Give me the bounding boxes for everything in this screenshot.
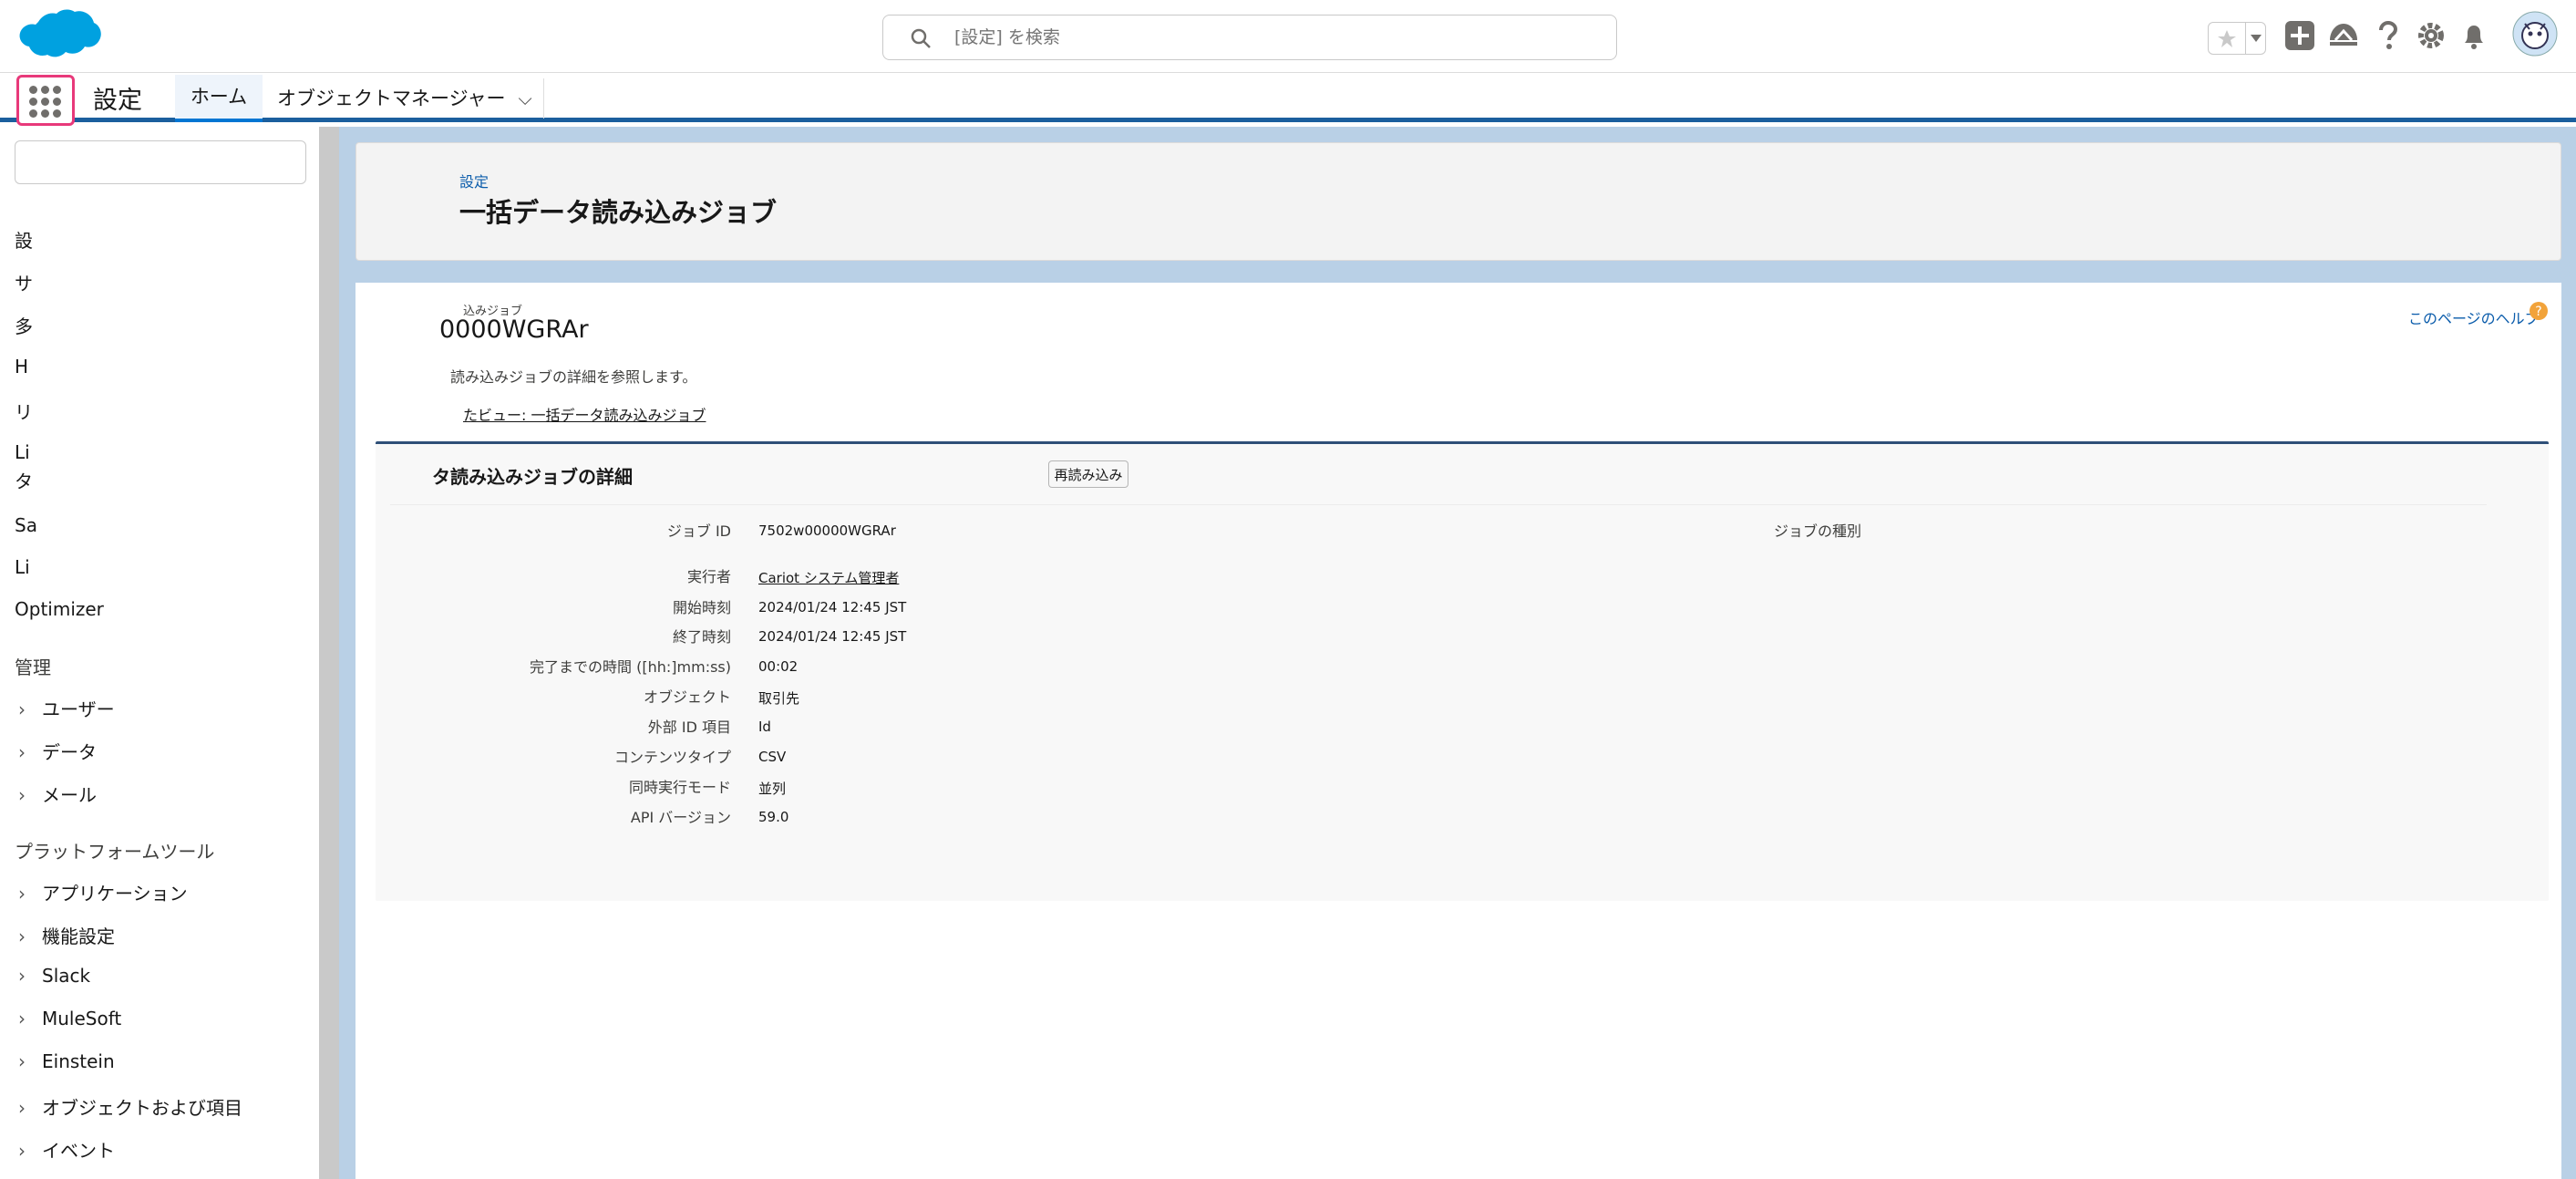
page-title: 一括データ読み込みジョブ — [459, 197, 778, 228]
salesforce-logo[interactable] — [18, 9, 102, 66]
chevron-right-icon: › — [18, 698, 26, 720]
app-title: 設定 — [93, 87, 142, 115]
chevron-right-icon: › — [18, 965, 26, 987]
sidebar-item-einstein[interactable]: › Einstein — [18, 1050, 115, 1072]
breadcrumb-setup[interactable]: 設定 — [459, 170, 489, 191]
sidebar-item-apps[interactable]: › アプリケーション — [18, 879, 188, 905]
detail-label: コンテンツタイプ — [613, 749, 731, 766]
detail-label: 外部 ID 項目 — [647, 719, 731, 736]
help-link[interactable]: このページのヘルプ — [2408, 306, 2540, 328]
chevron-down-icon[interactable]: ⌵ — [519, 75, 532, 122]
sidebar-partial-item[interactable]: Li — [15, 556, 30, 578]
svg-text:?: ? — [2535, 305, 2541, 319]
reload-button-top[interactable]: 再読み込み — [1048, 460, 1128, 488]
detail-label: 終了時刻 — [672, 628, 731, 646]
detail-section-title: タ読み込みジョブの詳細 — [432, 466, 633, 488]
sidebar-partial-item[interactable]: Li — [15, 441, 30, 463]
chevron-right-icon: › — [18, 1140, 26, 1162]
sidebar-section-platform-tools: プラットフォームツール — [15, 841, 215, 863]
tab-object-manager-label: オブジェクトマネージャー — [277, 88, 506, 109]
sidebar-partial-item[interactable]: サ — [15, 269, 33, 295]
detail-value: 7502w00000WGRAr — [758, 522, 896, 539]
sidebar-scrollbar[interactable] — [319, 127, 339, 1179]
chevron-right-icon: › — [18, 1008, 26, 1029]
sidebar-partial-item[interactable]: 多 — [15, 312, 33, 338]
sidebar-partial-item[interactable]: H — [15, 356, 28, 377]
detail-label: 完了までの時間 ([hh:]mm:ss) — [530, 658, 731, 676]
sidebar-item-data[interactable]: › データ — [18, 738, 97, 764]
trailhead-guidance-icon[interactable] — [2326, 18, 2361, 53]
user-avatar[interactable] — [2512, 11, 2558, 57]
search-icon — [911, 28, 931, 48]
chevron-right-icon: › — [18, 1050, 26, 1072]
chevron-right-icon: › — [18, 1097, 26, 1119]
detail-label: 開始時刻 — [672, 599, 731, 616]
favorites-button[interactable] — [2208, 22, 2266, 55]
sidebar-item-slack[interactable]: › Slack — [18, 965, 90, 987]
back-to-list-link[interactable]: たビュー: 一括データ読み込みジョブ — [463, 403, 706, 425]
sidebar-item-users[interactable]: › ユーザー — [18, 695, 115, 721]
help-question-icon[interactable]: ? — [2529, 301, 2549, 321]
caret-down-icon — [2251, 35, 2262, 42]
job-id-title: 0000WGRAr — [439, 315, 589, 344]
job-detail-panel: タ読み込みジョブの詳細 再読み込み ジョブ ID 7502w00000WGRAr… — [376, 441, 2549, 901]
sidebar-section-admin: 管理 — [15, 657, 51, 678]
job-description: 読み込みジョブの詳細を参照します。 — [450, 368, 697, 386]
sidebar-partial-item[interactable]: タ — [15, 467, 33, 493]
sidebar-item-optimizer[interactable]: Optimizer — [15, 598, 104, 620]
global-search-box[interactable] — [882, 15, 1617, 60]
global-search-input[interactable] — [954, 23, 1574, 52]
sidebar-partial-item[interactable]: 設 — [15, 226, 33, 253]
detail-label: ジョブの種別 — [1773, 522, 1861, 540]
detail-value: 00:02 — [758, 658, 799, 675]
detail-value: 59.0 — [758, 809, 789, 825]
app-launcher-button[interactable] — [16, 75, 75, 126]
sidebar-item-email[interactable]: › メール — [18, 781, 97, 807]
sidebar-partial-item[interactable]: Sa — [15, 514, 37, 536]
detail-value: 2024/01/24 12:45 JST — [758, 599, 907, 615]
sidebar-item-objects-fields[interactable]: › オブジェクトおよび項目 — [18, 1093, 242, 1120]
tab-home[interactable]: ホーム — [175, 75, 263, 122]
detail-label: 同時実行モード — [628, 779, 731, 796]
quick-find-box[interactable] — [15, 140, 306, 184]
chevron-right-icon: › — [18, 741, 26, 763]
star-icon — [2218, 30, 2236, 47]
sidebar-item-events[interactable]: › イベント — [18, 1136, 115, 1163]
chevron-right-icon: › — [18, 926, 26, 947]
chevron-right-icon: › — [18, 784, 26, 806]
chevron-right-icon: › — [18, 883, 26, 905]
help-icon[interactable] — [2370, 18, 2405, 53]
detail-label: ジョブ ID — [666, 522, 731, 540]
notifications-bell-icon[interactable] — [2457, 18, 2491, 53]
detail-value: Id — [758, 719, 771, 735]
detail-label: オブジェクト — [643, 688, 731, 706]
detail-value: 2024/01/24 12:45 JST — [758, 628, 907, 645]
sidebar-item-feature-settings[interactable]: › 機能設定 — [18, 922, 115, 948]
run-by-user-link[interactable]: Cariot システム管理者 — [758, 568, 899, 587]
nav-divider — [543, 78, 544, 119]
tab-object-manager[interactable]: オブジェクトマネージャー ⌵ — [277, 75, 532, 122]
detail-value: 取引先 — [758, 690, 800, 707]
setup-gear-icon[interactable] — [2414, 18, 2448, 53]
global-create-icon[interactable] — [2282, 18, 2317, 53]
detail-label: 実行者 — [686, 568, 731, 585]
detail-value: CSV — [758, 749, 787, 765]
sidebar-item-mulesoft[interactable]: › MuleSoft — [18, 1008, 121, 1029]
detail-value: 並列 — [758, 781, 787, 797]
detail-label: API バージョン — [630, 809, 731, 826]
sidebar-partial-item[interactable]: リ — [15, 398, 33, 424]
